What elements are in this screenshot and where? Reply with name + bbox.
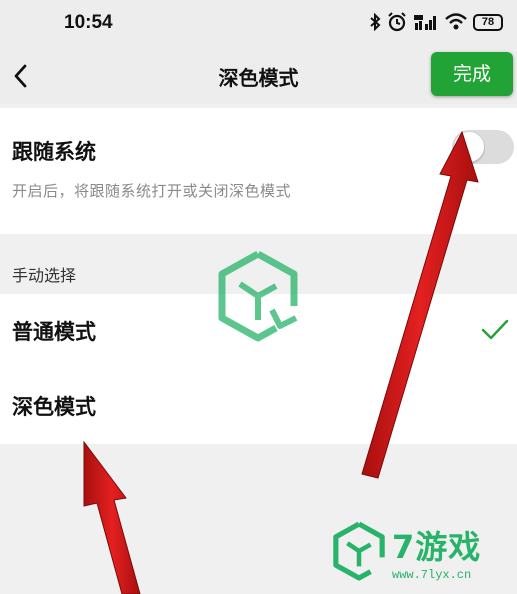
- option-dark-mode[interactable]: 深色模式: [0, 369, 517, 444]
- status-time: 10:54: [64, 12, 113, 33]
- wifi-icon: [445, 13, 467, 30]
- watermark-small-logo-icon: [333, 521, 385, 581]
- arrow-to-dark-mode: [83, 440, 141, 594]
- follow-system-card: 跟随系统 开启后，将跟随系统打开或关闭深色模式: [0, 108, 517, 234]
- watermark-brand-text: 7游戏: [392, 528, 482, 566]
- status-bar: 10:54 78: [0, 0, 517, 48]
- option-label: 深色模式: [12, 395, 96, 419]
- done-button[interactable]: 完成: [431, 52, 513, 96]
- manual-section-header: 手动选择: [12, 266, 77, 285]
- signal-icon: [414, 15, 436, 30]
- status-icons: 78: [369, 12, 503, 32]
- follow-system-toggle[interactable]: [452, 130, 514, 164]
- watermark-url: www.7lyx.cn: [392, 568, 472, 582]
- option-label: 普通模式: [12, 320, 96, 344]
- bluetooth-icon: [370, 13, 381, 31]
- watermark-brand: 7游戏 www.7lyx.cn: [330, 518, 510, 588]
- toggle-knob: [454, 132, 484, 162]
- checkmark-icon: [481, 319, 509, 340]
- alarm-icon: [388, 12, 406, 32]
- follow-system-title: 跟随系统: [12, 140, 96, 164]
- option-normal-mode[interactable]: 普通模式: [0, 294, 517, 369]
- battery-indicator: 78: [473, 13, 503, 31]
- follow-system-description: 开启后，将跟随系统打开或关闭深色模式: [12, 182, 292, 200]
